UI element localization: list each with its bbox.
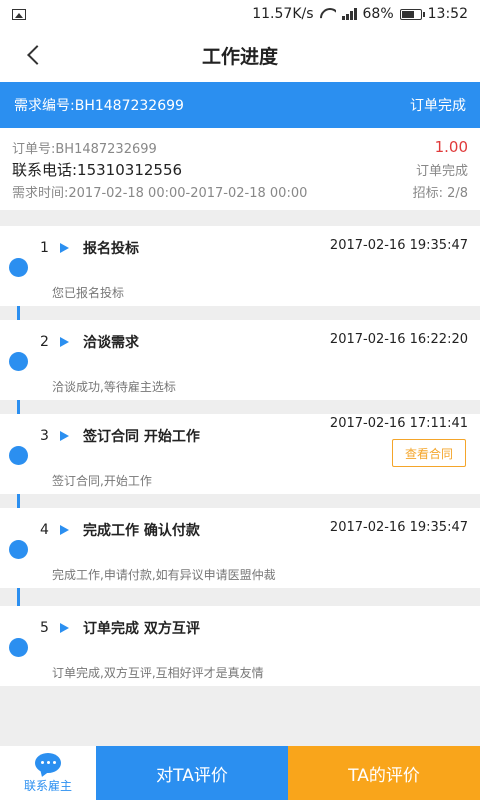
step-description: 完成工作,申请付款,如有异议申请医盟仲裁: [52, 568, 276, 582]
step-number: 3: [40, 428, 49, 444]
status-bar: 11.57K/s 68% 13:52: [0, 0, 480, 28]
order-row-2: 联系电话:15310312556 订单完成: [12, 158, 468, 180]
step-1: 1 报名投标 2017-02-16 19:35:47 您已报名投标: [0, 226, 480, 306]
timeline-dot: [9, 638, 28, 657]
step-number: 4: [40, 522, 49, 538]
step-number: 2: [40, 334, 49, 350]
timeline-dot: [9, 540, 28, 559]
step-title: 洽谈需求: [83, 335, 139, 351]
order-price: 1.00: [434, 138, 468, 156]
step-time: 2017-02-16 16:22:20: [329, 332, 468, 347]
battery-icon: [399, 8, 425, 20]
order-info: 订单号:BH1487232699 1.00 联系电话:15310312556 订…: [0, 128, 480, 210]
triangle-right-icon: [60, 525, 69, 535]
chat-icon: [35, 752, 61, 773]
order-number: 订单号:BH1487232699: [12, 141, 157, 157]
timeline-dot: [9, 258, 28, 277]
step-time: 2017-02-16 17:11:41: [329, 416, 468, 431]
step-number: 5: [40, 620, 49, 636]
step-title: 订单完成 双方互评: [83, 621, 200, 637]
step-header: 2 洽谈需求: [40, 332, 139, 352]
step-header: 4 完成工作 确认付款: [40, 520, 200, 540]
image-icon: [12, 8, 26, 20]
step-description: 洽谈成功,等待雇主选标: [52, 380, 176, 394]
demand-time: 需求时间:2017-02-18 00:00-2017-02-18 00:00: [12, 185, 308, 201]
step-5: 5 订单完成 双方互评 订单完成,双方互评,互相好评才是真友情: [0, 606, 480, 686]
step-time: 2017-02-16 19:35:47: [329, 238, 468, 253]
step-description: 您已报名投标: [52, 286, 125, 300]
nav-bar: 工作进度: [0, 28, 480, 82]
rate-ta-button[interactable]: 对TA评价: [96, 746, 288, 800]
step-title: 完成工作 确认付款: [83, 523, 200, 539]
wifi-icon: [320, 8, 336, 20]
bottom-action-bar: 联系雇主 对TA评价 TA的评价: [0, 746, 480, 800]
step-header: 5 订单完成 双方互评: [40, 618, 200, 638]
clock: 13:52: [427, 6, 468, 22]
timeline-dot: [9, 352, 28, 371]
triangle-right-icon: [60, 431, 69, 441]
step-2: 2 洽谈需求 2017-02-16 16:22:20 洽谈成功,等待雇主选标: [0, 320, 480, 400]
step-description: 订单完成,双方互评,互相好评才是真友情: [52, 666, 264, 680]
contact-employer-label: 联系雇主: [23, 778, 72, 793]
step-header: 1 报名投标: [40, 238, 139, 258]
bid-count: 招标: 2/8: [412, 185, 468, 201]
view-contract-button[interactable]: 查看合同: [392, 439, 466, 467]
ta-rating-button[interactable]: TA的评价: [288, 746, 480, 800]
step-time: 2017-02-16 19:35:47: [329, 520, 468, 535]
triangle-right-icon: [60, 243, 69, 253]
step-description: 签订合同,开始工作: [52, 474, 152, 488]
order-status: 订单完成: [410, 98, 466, 114]
step-4: 4 完成工作 确认付款 2017-02-16 19:35:47 完成工作,申请付…: [0, 508, 480, 588]
contact-employer-button[interactable]: 联系雇主: [0, 746, 96, 800]
order-row-3: 需求时间:2017-02-18 00:00-2017-02-18 00:00 招…: [12, 180, 468, 202]
back-icon[interactable]: [22, 42, 48, 68]
step-3: 3 签订合同 开始工作 2017-02-16 17:11:41 查看合同 签订合…: [0, 414, 480, 494]
step-title: 报名投标: [83, 241, 139, 257]
order-row-1: 订单号:BH1487232699 1.00: [12, 136, 468, 158]
step-header: 3 签订合同 开始工作: [40, 426, 200, 446]
order-state: 订单完成: [415, 163, 468, 179]
requirement-number: 需求编号:BH1487232699: [14, 98, 184, 114]
requirement-header: 需求编号:BH1487232699 订单完成: [0, 82, 480, 128]
signal-icon: [341, 8, 357, 20]
timeline-dot: [9, 446, 28, 465]
step-title: 签订合同 开始工作: [83, 429, 200, 445]
status-right: 11.57K/s 68% 13:52: [252, 6, 468, 22]
network-speed: 11.57K/s: [252, 6, 314, 22]
battery-percent: 68%: [362, 6, 394, 22]
page-title: 工作进度: [201, 45, 278, 68]
step-number: 1: [40, 240, 49, 256]
triangle-right-icon: [60, 337, 69, 347]
contact-phone: 联系电话:15310312556: [12, 160, 183, 179]
triangle-right-icon: [60, 623, 69, 633]
